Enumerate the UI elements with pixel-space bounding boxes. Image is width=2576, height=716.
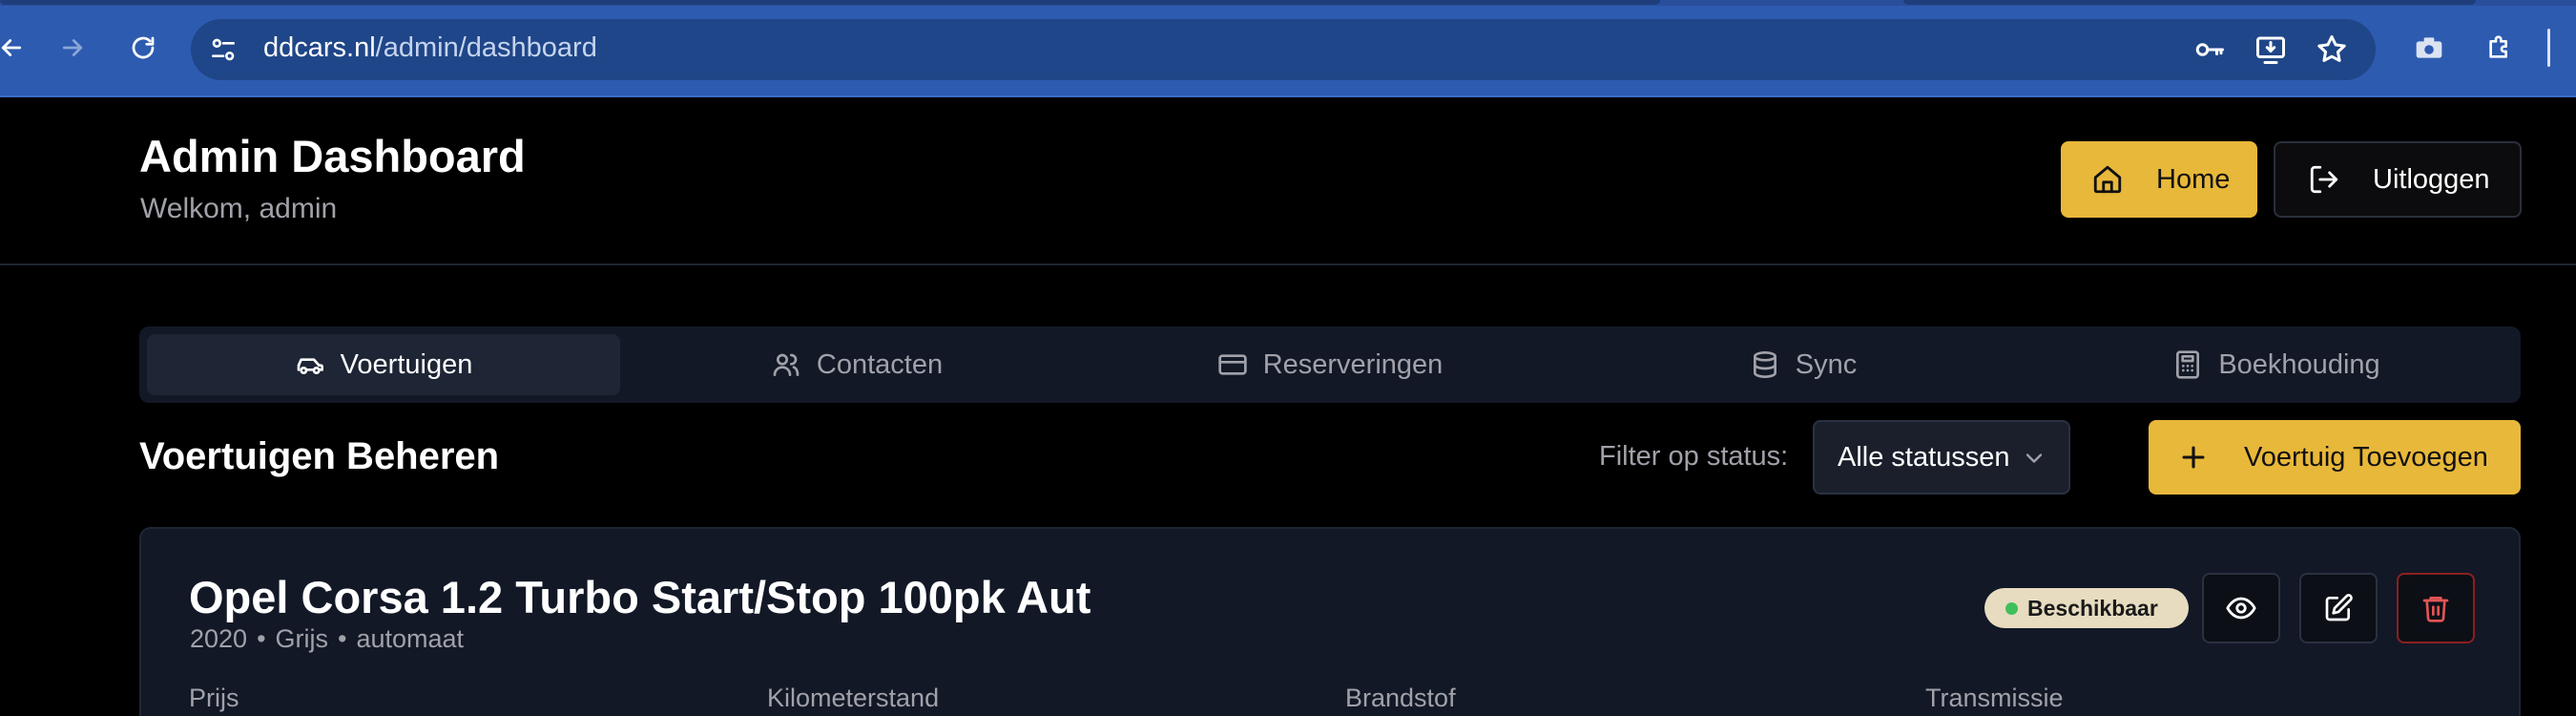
url-host: ddcars.nl bbox=[263, 32, 376, 63]
tab-contacten[interactable]: Contacten bbox=[620, 334, 1093, 395]
forward-button[interactable] bbox=[53, 29, 92, 67]
page-title: Admin Dashboard bbox=[139, 131, 526, 181]
home-label: Home bbox=[2156, 163, 2231, 195]
chevron-down-icon bbox=[2025, 453, 2043, 463]
install-app-icon[interactable] bbox=[2254, 32, 2288, 67]
car-icon bbox=[297, 358, 323, 374]
extensions-button[interactable] bbox=[2481, 29, 2519, 67]
url-text[interactable]: ddcars.nl/admin/dashboard bbox=[263, 32, 597, 64]
tab-sync[interactable]: Sync bbox=[1567, 334, 2040, 395]
eye-icon bbox=[2226, 597, 2256, 620]
camera-button[interactable] bbox=[2410, 29, 2448, 67]
back-icon bbox=[1, 39, 22, 56]
tab-boekhouding[interactable]: Boekhouding bbox=[2040, 334, 2513, 395]
tab-label: Contacten bbox=[816, 348, 944, 380]
chrome-separator bbox=[0, 95, 2576, 97]
browser-toolbar: ddcars.nl/admin/dashboard bbox=[0, 0, 2576, 95]
section-title: Voertuigen Beheren bbox=[139, 435, 500, 477]
site-info-icon[interactable] bbox=[208, 34, 239, 65]
field-label-kilometerstand: Kilometerstand bbox=[767, 684, 940, 712]
reload-button[interactable] bbox=[124, 29, 162, 67]
field-label-transmissie: Transmissie bbox=[1925, 684, 2064, 712]
camera-icon bbox=[2416, 37, 2442, 58]
field-label-brandstof: Brandstof bbox=[1345, 684, 1456, 712]
meta-separator: • bbox=[257, 624, 266, 653]
reload-icon bbox=[132, 36, 155, 59]
status-filter-value: Alle statussen bbox=[1838, 441, 2010, 473]
add-vehicle-label: Voertuig Toevoegen bbox=[2244, 441, 2488, 473]
tab-label: Boekhouding bbox=[2218, 348, 2380, 380]
trash-icon bbox=[2422, 597, 2449, 622]
key-icon[interactable] bbox=[2192, 32, 2227, 67]
plus-icon bbox=[2182, 446, 2205, 469]
meta-separator: • bbox=[338, 624, 347, 653]
vehicle-year: 2020 bbox=[190, 624, 248, 653]
log-out-icon bbox=[2310, 165, 2338, 194]
home-button[interactable]: Home bbox=[2061, 141, 2257, 218]
tab-voertuigen[interactable]: Voertuigen bbox=[147, 334, 620, 395]
url-path: /admin/dashboard bbox=[375, 32, 597, 63]
forward-icon bbox=[62, 39, 83, 56]
browser-tab-edge[interactable] bbox=[0, 0, 1660, 5]
browser-tab-edge[interactable] bbox=[1903, 0, 2476, 5]
status-filter-select[interactable]: Alle statussen bbox=[1813, 420, 2070, 495]
back-button[interactable] bbox=[0, 29, 31, 67]
view-button[interactable] bbox=[2202, 573, 2280, 643]
credit-card-icon bbox=[1218, 354, 1247, 375]
calculator-icon bbox=[2176, 350, 2200, 379]
tab-label: Reserveringen bbox=[1262, 348, 1444, 380]
logout-label: Uitloggen bbox=[2373, 163, 2490, 195]
logout-button[interactable]: Uitloggen bbox=[2274, 141, 2522, 218]
delete-button[interactable] bbox=[2397, 573, 2475, 643]
welcome-text: Welkom, admin bbox=[140, 193, 338, 224]
vehicle-meta: 2020 • Grijs • automaat bbox=[190, 624, 464, 654]
database-icon bbox=[1753, 351, 1776, 378]
status-badge-label: Beschikbaar bbox=[2027, 595, 2158, 621]
star-icon[interactable] bbox=[2315, 32, 2349, 67]
status-badge: Beschikbaar bbox=[1984, 588, 2189, 628]
tab-label: Sync bbox=[1795, 348, 1858, 380]
tab-reserveringen[interactable]: Reserveringen bbox=[1093, 334, 1567, 395]
filter-label: Filter op status: bbox=[1599, 441, 1789, 472]
vehicle-color: Grijs bbox=[275, 624, 329, 653]
dashboard-tabs: Voertuigen Contacten Reserveringen Sync … bbox=[139, 326, 2521, 403]
home-icon bbox=[2093, 165, 2122, 194]
toolbar-divider bbox=[2547, 29, 2550, 67]
address-bar[interactable]: ddcars.nl/admin/dashboard bbox=[191, 19, 2376, 80]
vehicle-title: Opel Corsa 1.2 Turbo Start/Stop 100pk Au… bbox=[189, 572, 1091, 622]
vehicle-card: Opel Corsa 1.2 Turbo Start/Stop 100pk Au… bbox=[139, 527, 2521, 716]
edit-button[interactable] bbox=[2299, 573, 2378, 643]
extensions-icon bbox=[2489, 35, 2507, 58]
status-dot bbox=[2005, 601, 2018, 615]
field-label-prijs: Prijs bbox=[189, 684, 239, 712]
tab-label: Voertuigen bbox=[340, 348, 473, 380]
add-vehicle-button[interactable]: Voertuig Toevoegen bbox=[2149, 420, 2521, 495]
users-icon bbox=[773, 353, 800, 376]
vehicle-transmission: automaat bbox=[356, 624, 465, 653]
header-divider bbox=[0, 263, 2576, 265]
edit-icon bbox=[2325, 594, 2353, 621]
